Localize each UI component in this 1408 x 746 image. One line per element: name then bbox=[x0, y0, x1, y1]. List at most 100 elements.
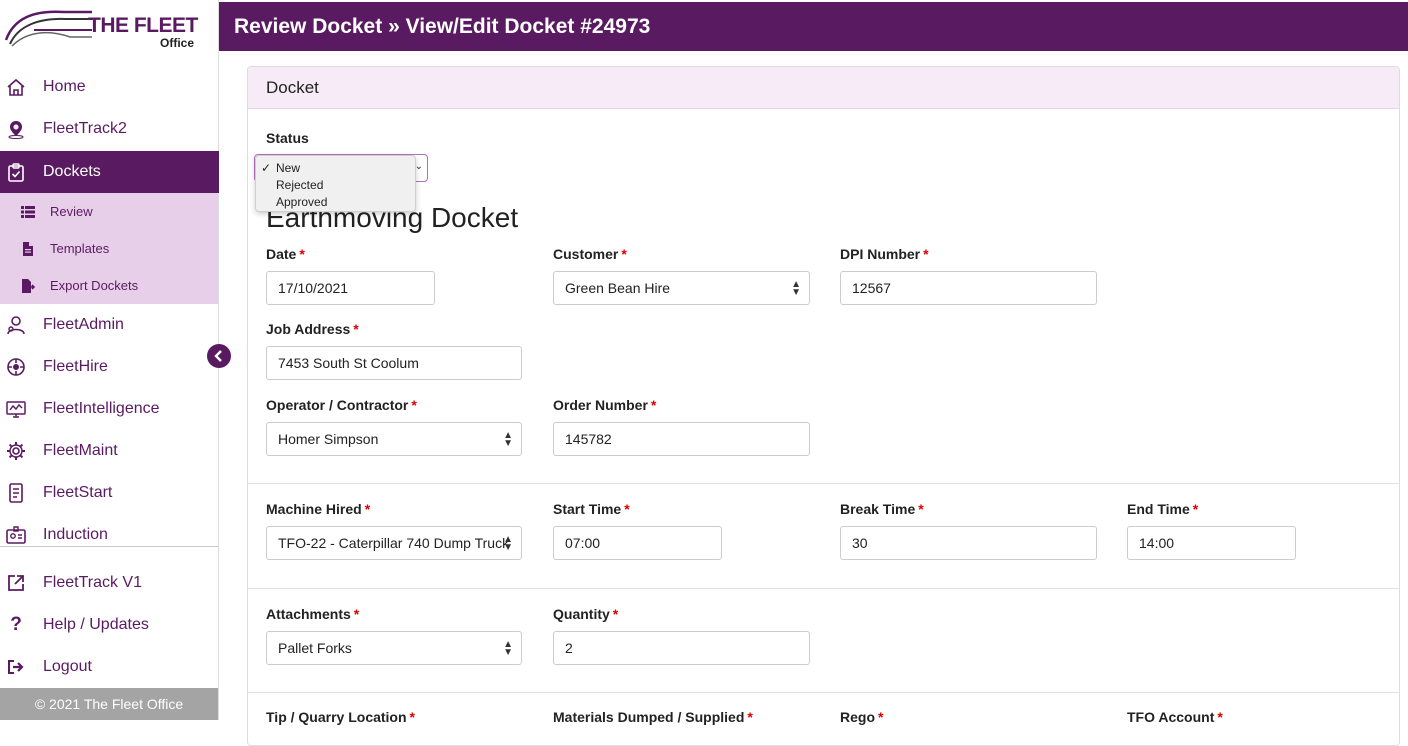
sidebar-item-label: Induction bbox=[43, 526, 108, 543]
machine-hired-select[interactable]: TFO-22 - Caterpillar 740 Dump Truck ▲ ▼ bbox=[266, 526, 522, 560]
sidebar-subitem-review[interactable]: Review bbox=[0, 193, 218, 230]
sidebar-divider bbox=[0, 546, 218, 547]
file-export-icon bbox=[21, 278, 35, 293]
sidebar-item-label: Dockets bbox=[43, 163, 101, 180]
sidebar-item-help-updates[interactable]: ? Help / Updates bbox=[0, 604, 219, 646]
job-address-field[interactable]: 7453 South St Coolum bbox=[266, 346, 522, 380]
sidebar-item-fleettrack2[interactable]: FleetTrack2 bbox=[0, 108, 219, 150]
sidebar-item-fleetstart[interactable]: FleetStart bbox=[0, 472, 219, 514]
sidebar-subitem-label: Templates bbox=[50, 241, 110, 256]
list-icon bbox=[21, 205, 35, 219]
logo[interactable]: THE FLEET Office bbox=[4, 6, 214, 50]
sidebar-item-label: FleetMaint bbox=[43, 442, 118, 459]
sidebar-item-fleettrack-v1[interactable]: FleetTrack V1 bbox=[0, 562, 219, 604]
home-icon bbox=[6, 77, 26, 97]
order-number-field[interactable]: 145782 bbox=[553, 422, 810, 456]
sidebar-subitem-label: Review bbox=[50, 204, 93, 219]
logo-swoosh-icon bbox=[4, 10, 92, 47]
admin-user-icon bbox=[6, 315, 26, 335]
analytics-icon bbox=[6, 399, 26, 419]
break-time-field[interactable]: 30 bbox=[840, 526, 1097, 560]
checkmark-icon: ✓ bbox=[261, 161, 272, 175]
dpi-number-field[interactable]: 12567 bbox=[840, 271, 1097, 305]
operator-select[interactable]: Homer Simpson ▲ ▼ bbox=[266, 422, 522, 456]
sidebar-item-fleetadmin[interactable]: FleetAdmin bbox=[0, 304, 219, 346]
materials-label: Materials Dumped / Supplied * bbox=[553, 709, 753, 725]
sidebar-subitem-templates[interactable]: Templates bbox=[0, 230, 218, 267]
sidebar-item-fleetmaint[interactable]: FleetMaint bbox=[0, 430, 219, 472]
sidebar: THE FLEET Office Home FleetTrack2 Docket… bbox=[0, 0, 219, 720]
question-icon: ? bbox=[10, 614, 22, 635]
hire-icon bbox=[6, 357, 26, 377]
sidebar-item-label: FleetStart bbox=[43, 484, 113, 501]
select-arrows-icon: ▲ ▼ bbox=[503, 430, 513, 449]
checklist-icon bbox=[6, 483, 26, 503]
brand-subtitle: Office bbox=[160, 36, 195, 50]
id-card-icon bbox=[6, 525, 26, 545]
status-dropdown: ✓ New Rejected Approved bbox=[255, 155, 416, 212]
file-icon bbox=[21, 241, 35, 256]
sidebar-item-label: FleetAdmin bbox=[43, 316, 124, 333]
dpi-number-label: DPI Number * bbox=[840, 246, 929, 262]
status-option-new[interactable]: ✓ New bbox=[261, 161, 300, 177]
select-arrows-icon: ▲ ▼ bbox=[503, 639, 513, 658]
clipboard-icon bbox=[6, 162, 26, 182]
attachments-label: Attachments * bbox=[266, 606, 360, 622]
sidebar-item-home[interactable]: Home bbox=[0, 66, 219, 108]
external-link-icon bbox=[6, 573, 26, 593]
status-option-approved[interactable]: Approved bbox=[276, 195, 327, 211]
card-header: Docket bbox=[248, 67, 1399, 109]
date-field[interactable]: 17/10/2021 bbox=[266, 271, 435, 305]
sidebar-subitem-export-dockets[interactable]: Export Dockets bbox=[0, 267, 218, 304]
sidebar-item-label: FleetIntelligence bbox=[43, 400, 160, 417]
section-divider bbox=[248, 483, 1399, 484]
rego-label: Rego * bbox=[840, 709, 884, 725]
section-divider bbox=[248, 692, 1399, 693]
page-header: Review Docket » View/Edit Docket #24973 bbox=[219, 2, 1408, 51]
section-divider bbox=[248, 588, 1399, 589]
sidebar-subitem-label: Export Dockets bbox=[50, 278, 139, 293]
sidebar-item-label: Help / Updates bbox=[43, 616, 149, 633]
select-arrows-icon: ▲ ▼ bbox=[791, 279, 801, 298]
tfo-account-label: TFO Account * bbox=[1127, 709, 1223, 725]
order-number-label: Order Number * bbox=[553, 397, 657, 413]
machine-hired-label: Machine Hired * bbox=[266, 501, 371, 517]
quantity-field[interactable]: 2 bbox=[553, 631, 810, 665]
page-title: Review Docket » View/Edit Docket #24973 bbox=[234, 14, 651, 38]
sidebar-item-label: FleetTrack2 bbox=[43, 120, 127, 137]
sidebar-item-label: FleetTrack V1 bbox=[43, 574, 142, 591]
customer-label: Customer * bbox=[553, 246, 627, 262]
card-title: Docket bbox=[266, 77, 319, 97]
customer-select[interactable]: Green Bean Hire ▲ ▼ bbox=[553, 271, 810, 305]
sidebar-item-logout[interactable]: Logout bbox=[0, 646, 219, 688]
select-arrows-icon: ▲ ▼ bbox=[503, 534, 513, 553]
sidebar-item-fleetintelligence[interactable]: FleetIntelligence bbox=[0, 388, 219, 430]
sidebar-collapse-button[interactable] bbox=[207, 344, 231, 368]
operator-label: Operator / Contractor * bbox=[266, 397, 417, 413]
end-time-field[interactable]: 14:00 bbox=[1127, 526, 1296, 560]
sidebar-item-label: Logout bbox=[43, 658, 92, 675]
end-time-label: End Time * bbox=[1127, 501, 1199, 517]
sidebar-item-label: FleetHire bbox=[43, 358, 108, 375]
sidebar-item-induction[interactable]: Induction bbox=[0, 514, 219, 556]
sidebar-footer: © 2021 The Fleet Office bbox=[0, 688, 218, 720]
status-option-rejected[interactable]: Rejected bbox=[276, 178, 323, 194]
sidebar-item-dockets[interactable]: Dockets bbox=[0, 151, 219, 193]
date-label: Date * bbox=[266, 246, 305, 262]
start-time-field[interactable]: 07:00 bbox=[553, 526, 722, 560]
status-label: Status bbox=[266, 130, 309, 146]
quantity-label: Quantity * bbox=[553, 606, 619, 622]
dockets-submenu: Review Templates Export Dockets bbox=[0, 193, 218, 304]
logout-icon bbox=[6, 657, 26, 677]
tip-location-label: Tip / Quarry Location * bbox=[266, 709, 415, 725]
start-time-label: Start Time * bbox=[553, 501, 630, 517]
sidebar-item-fleethire[interactable]: FleetHire bbox=[0, 346, 219, 388]
job-address-label: Job Address * bbox=[266, 321, 359, 337]
gear-icon bbox=[6, 441, 26, 461]
sidebar-item-label: Home bbox=[43, 78, 86, 95]
chevron-left-icon bbox=[214, 350, 222, 362]
copyright-text: © 2021 The Fleet Office bbox=[34, 696, 184, 712]
location-pin-icon bbox=[6, 119, 26, 139]
brand-name: THE FLEET bbox=[88, 14, 198, 37]
attachments-select[interactable]: Pallet Forks ▲ ▼ bbox=[266, 631, 522, 665]
